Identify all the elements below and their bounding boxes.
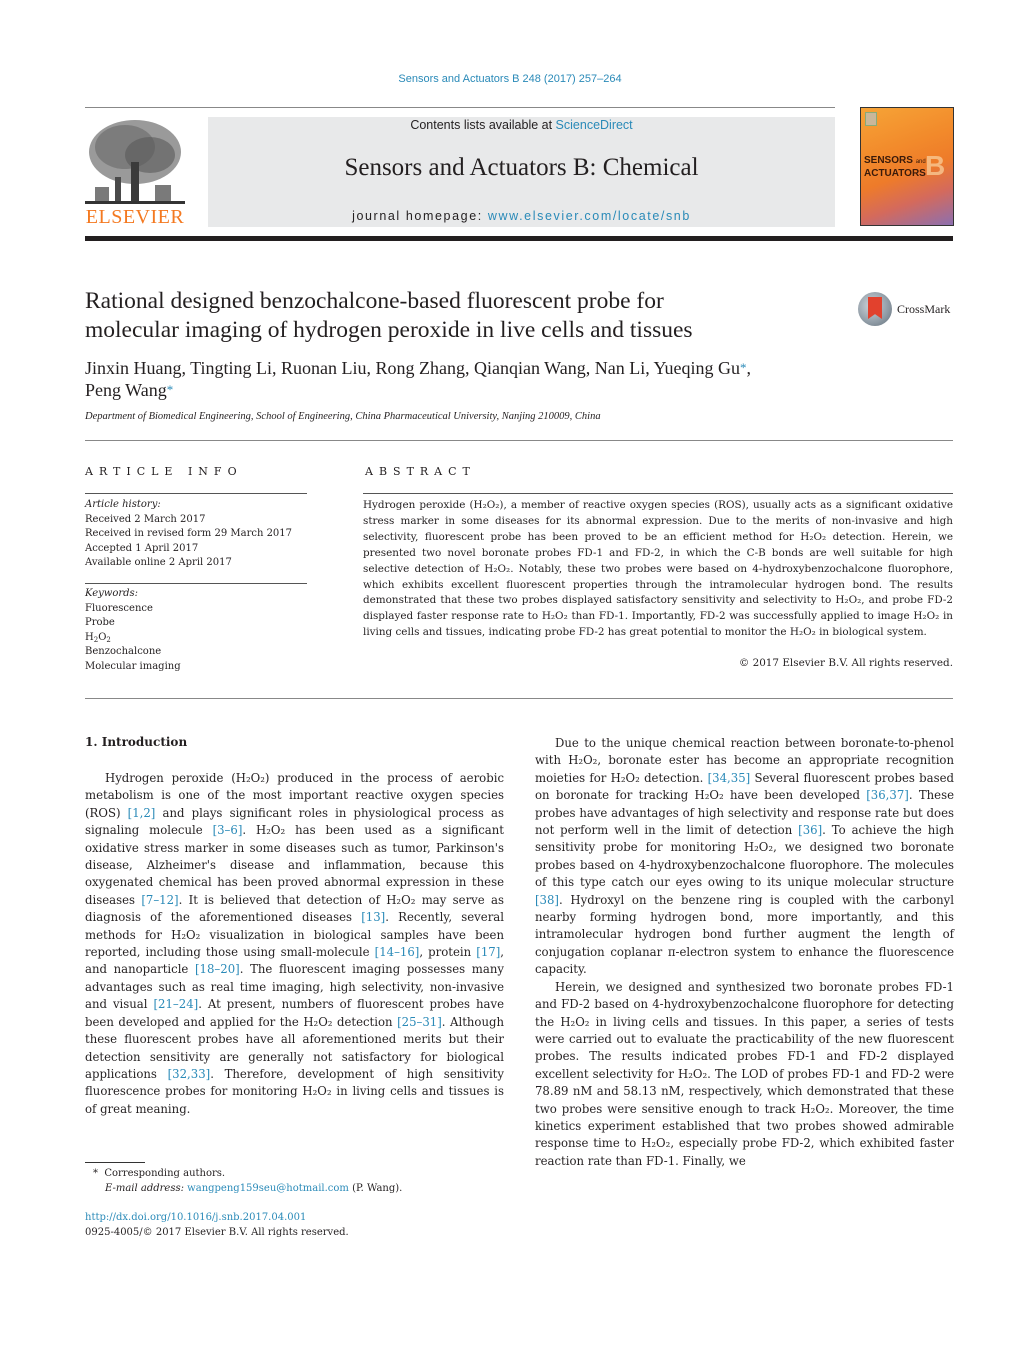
article-history: Article history: Received 2 March 2017 R… [85, 498, 315, 571]
footnote-rule [85, 1162, 145, 1163]
keywords-label: Keywords: [85, 588, 139, 599]
citation-link[interactable]: [1,2] [128, 806, 156, 820]
issn-copyright: 0925-4005/© 2017 Elsevier B.V. All right… [85, 1226, 349, 1238]
journal-header-box: Contents lists available at ScienceDirec… [208, 117, 835, 227]
header-rule [85, 236, 953, 241]
divider [85, 698, 953, 699]
history-item: Accepted 1 April 2017 [85, 542, 199, 554]
divider [85, 440, 953, 441]
citation-link[interactable]: [13] [361, 910, 385, 924]
corresponding-author-mark[interactable]: * [740, 360, 747, 375]
citation-link[interactable]: [32,33] [168, 1067, 211, 1081]
footnote: * Corresponding authors. E-mail address:… [85, 1167, 402, 1196]
citation-link[interactable]: [7–12] [141, 893, 178, 907]
citation-link[interactable]: [3–6] [213, 823, 243, 837]
footnote-mark: * [93, 1168, 98, 1179]
citation-link[interactable]: [38] [535, 893, 559, 907]
crossmark-label: CrossMark [897, 302, 951, 316]
elsevier-logo: ELSEVIER [85, 117, 185, 229]
citation-link[interactable]: [17] [476, 945, 500, 959]
publisher-icon [865, 112, 877, 126]
doi-block: http://dx.doi.org/10.1016/j.snb.2017.04.… [85, 1211, 349, 1240]
citation-link[interactable]: [36] [798, 823, 822, 837]
footnote-text: Corresponding authors. [104, 1168, 226, 1179]
email-label: E-mail address: [105, 1182, 184, 1194]
history-label: Article history: [85, 499, 161, 510]
citation-link[interactable]: [14–16] [375, 945, 420, 959]
article-title: Rational designed benzochalcone-based fl… [85, 288, 693, 343]
affiliation: Department of Biomedical Engineering, Sc… [85, 411, 601, 422]
email-link[interactable]: wangpeng159seu@hotmail.com [187, 1183, 349, 1194]
divider [85, 107, 835, 108]
history-item: Received 2 March 2017 [85, 513, 206, 525]
keywords: Keywords: Fluorescence Probe H2O2 Benzoc… [85, 587, 315, 674]
elsevier-wordmark: ELSEVIER [85, 206, 185, 228]
homepage-prefix: journal homepage: [352, 209, 488, 223]
paragraph: Due to the unique chemical reaction betw… [535, 736, 954, 977]
citation-link[interactable]: [34,35] [708, 771, 751, 785]
section-heading-introduction: 1. Introduction [85, 735, 188, 749]
contents-line: Contents lists available at ScienceDirec… [208, 117, 835, 132]
cover-big-letter: B [925, 150, 946, 181]
abstract-heading: ABSTRACT [365, 465, 476, 478]
paragraph: Hydrogen peroxide (H₂O₂) produced in the… [85, 771, 504, 1116]
keyword-item: Probe [85, 617, 115, 628]
keyword-item: H2O2 [85, 631, 111, 644]
journal-cover-thumbnail[interactable]: B SENSORS and ACTUATORS [860, 107, 954, 226]
journal-reference[interactable]: Sensors and Actuators B 248 (2017) 257–2… [0, 73, 1020, 85]
doi-link[interactable]: http://dx.doi.org/10.1016/j.snb.2017.04.… [85, 1211, 349, 1226]
journal-homepage: journal homepage: www.elsevier.com/locat… [208, 209, 835, 223]
sciencedirect-link[interactable]: ScienceDirect [556, 118, 633, 132]
history-item: Available online 2 April 2017 [85, 557, 232, 568]
keyword-item: Benzochalcone [85, 646, 162, 657]
abstract-copyright: © 2017 Elsevier B.V. All rights reserved… [738, 657, 953, 669]
history-item: Received in revised form 29 March 2017 [85, 528, 293, 539]
email-owner: (P. Wang). [348, 1182, 403, 1194]
abstract-text: Hydrogen peroxide (H₂O₂), a member of re… [363, 499, 953, 639]
authors-line-2: Peng Wang [85, 380, 167, 400]
citation-link[interactable]: [36,37] [866, 788, 909, 802]
author-list: Jinxin Huang, Tingting Li, Ruonan Liu, R… [85, 358, 752, 400]
keyword-item: Molecular imaging [85, 660, 181, 672]
citation-link[interactable]: [21–24] [153, 997, 198, 1011]
divider [363, 493, 953, 494]
cover-title: SENSORS and ACTUATORS [864, 155, 926, 179]
authors-line-1: Jinxin Huang, Tingting Li, Ruonan Liu, R… [85, 358, 741, 378]
tree-icon [85, 120, 185, 204]
homepage-link[interactable]: www.elsevier.com/locate/snb [488, 209, 691, 223]
contents-prefix: Contents lists available at [410, 118, 556, 132]
body-column-right: Due to the unique chemical reaction betw… [535, 735, 954, 1170]
paragraph: Herein, we designed and synthesized two … [535, 979, 954, 1168]
keyword-item: Fluorescence [85, 602, 153, 614]
citation-link[interactable]: [18–20] [195, 962, 240, 976]
body-column-left: Hydrogen peroxide (H₂O₂) produced in the… [85, 770, 504, 1118]
corresponding-author-mark[interactable]: * [167, 382, 174, 397]
divider [85, 583, 307, 584]
divider [85, 493, 307, 494]
citation-link[interactable]: [25–31] [397, 1015, 442, 1029]
article-info-heading: ARTICLE INFO [85, 465, 243, 478]
journal-title: Sensors and Actuators B: Chemical [344, 154, 699, 181]
crossmark-button[interactable]: CrossMark [858, 292, 958, 328]
